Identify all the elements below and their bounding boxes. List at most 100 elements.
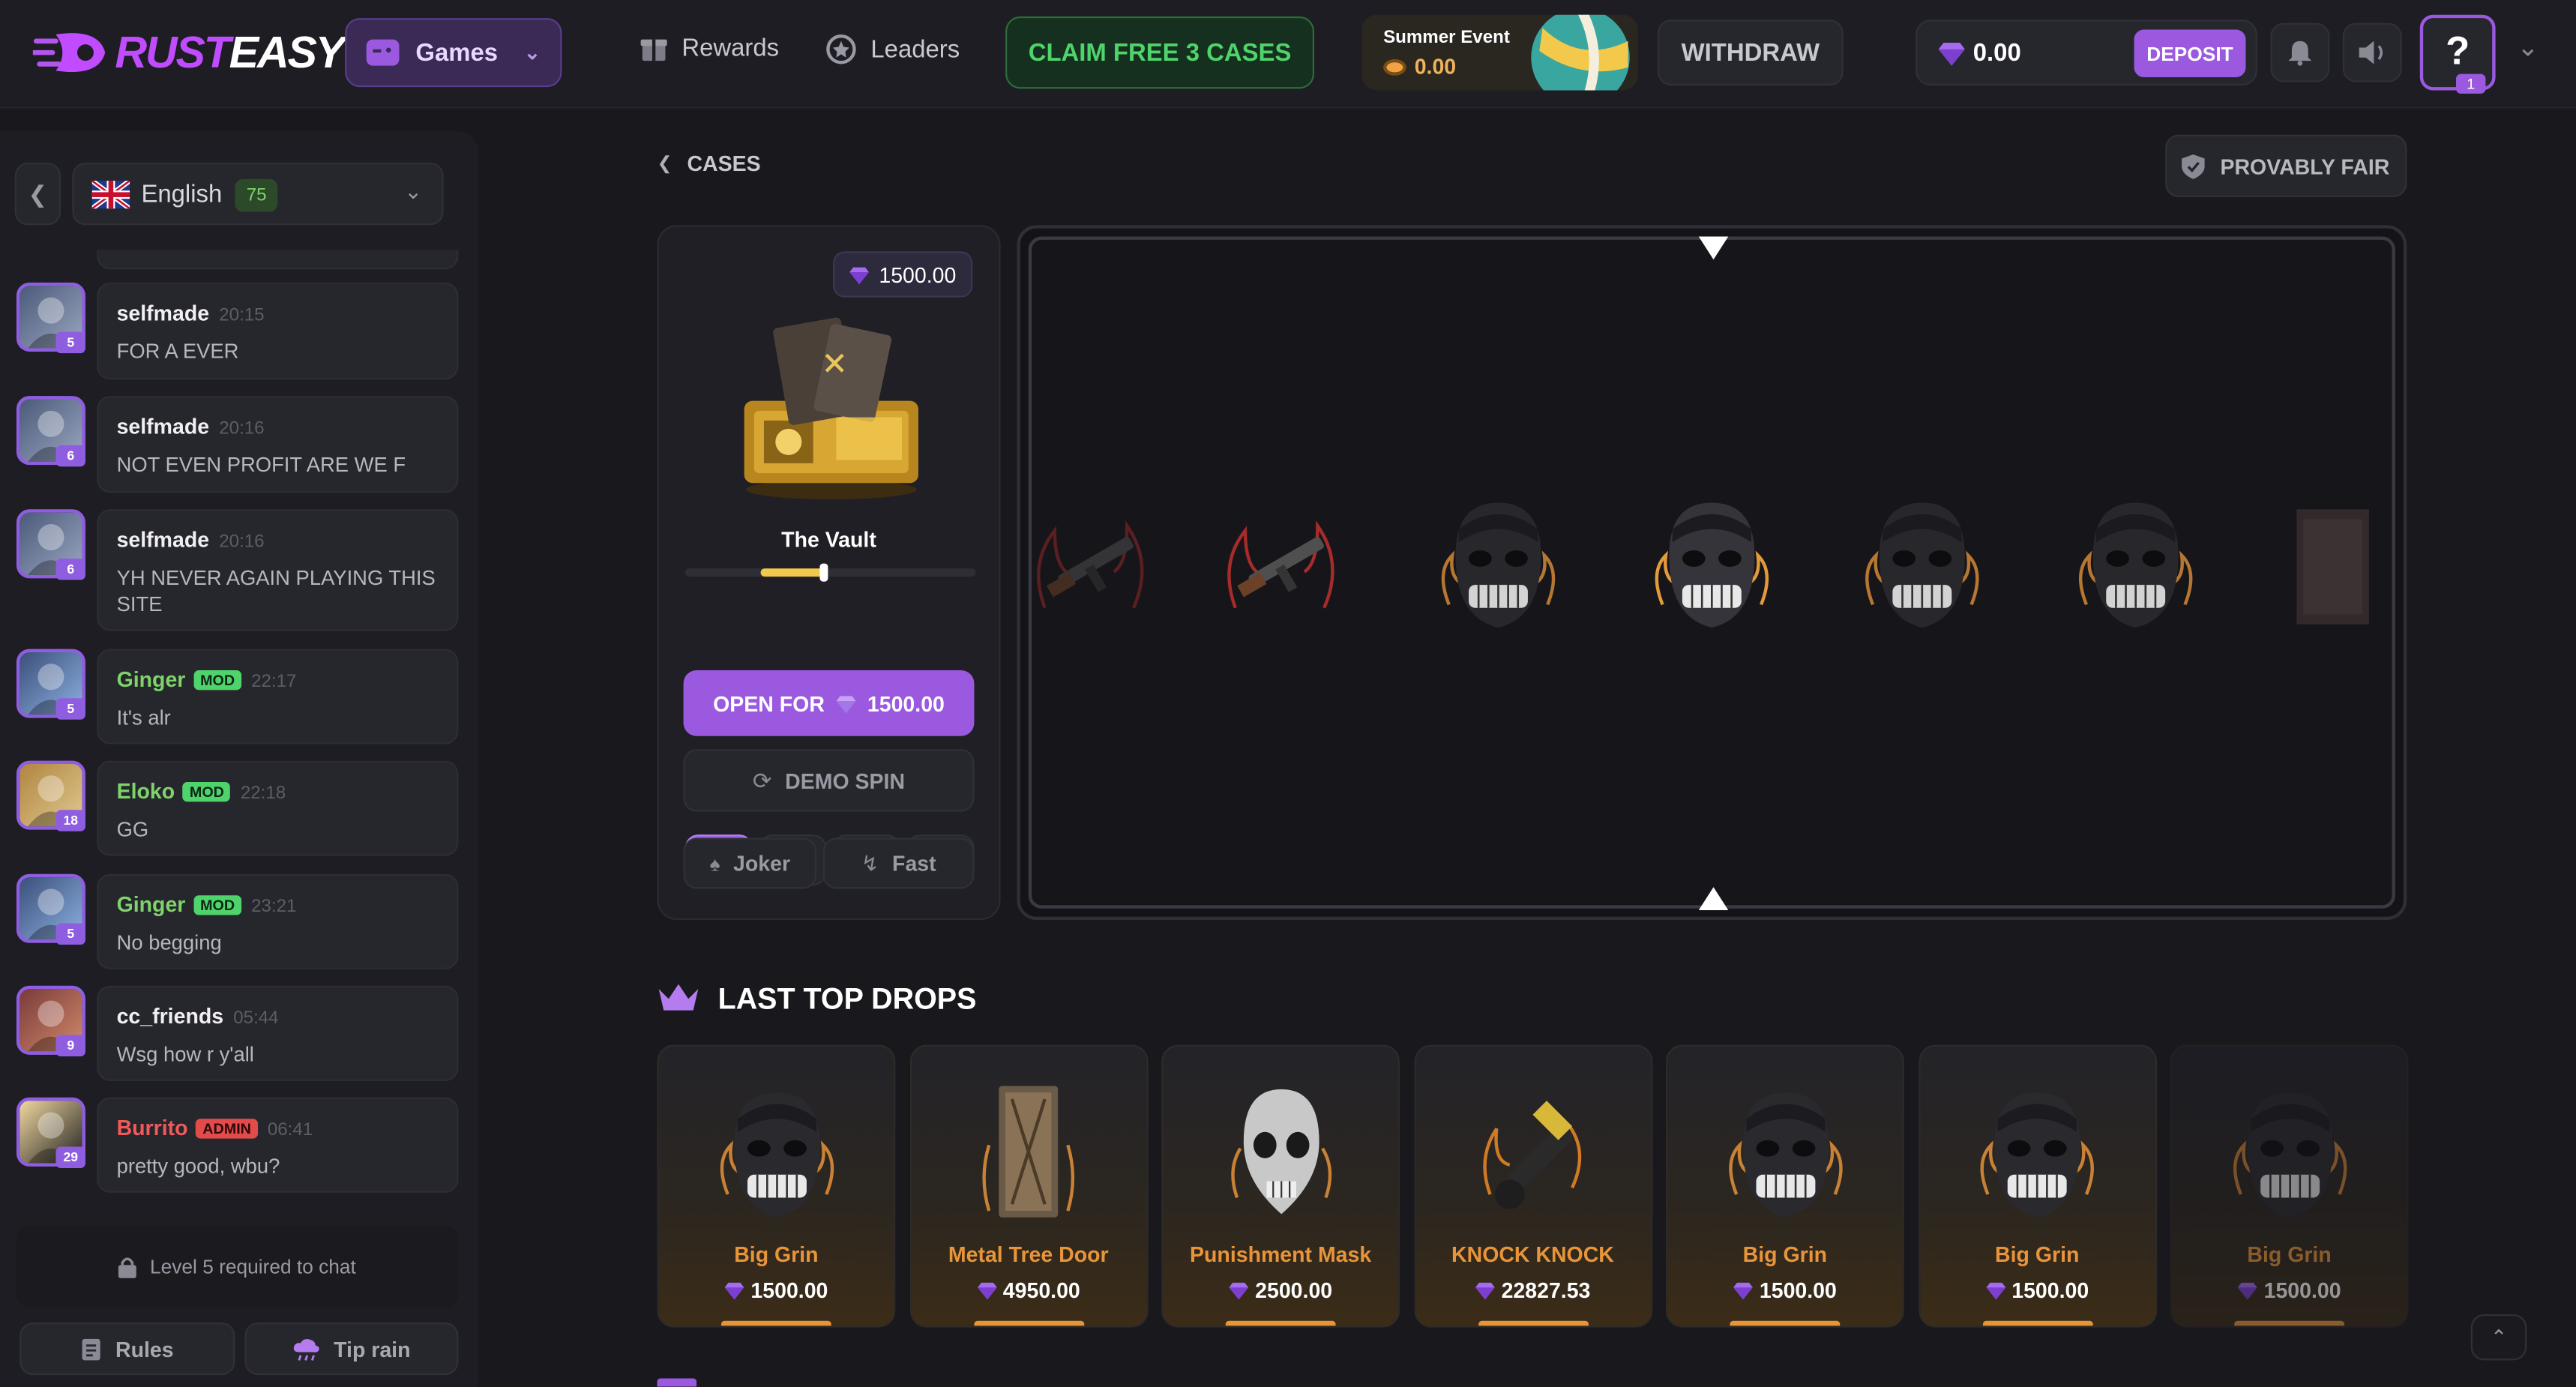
summer-event-widget[interactable]: Summer Event 0.00 [1361, 14, 1638, 91]
chat-text: pretty good, wbu? [116, 1155, 280, 1179]
drop-item-image [1163, 1080, 1397, 1227]
provably-fair-button[interactable]: PROVABLY FAIR [2165, 134, 2407, 197]
games-dropdown[interactable]: Games ⌄ [345, 18, 562, 88]
gift-icon [640, 39, 667, 61]
bell-icon [2288, 40, 2312, 66]
provably-fair-label: PROVABLY FAIR [2220, 153, 2390, 178]
user-level-badge: 6 [55, 445, 85, 467]
chat-username[interactable]: Eloko [117, 779, 175, 804]
chat-message: 18 Eloko MOD 22:18 GG [16, 760, 459, 856]
chat-text: FOR A EVER [116, 340, 239, 364]
chat-message-partial [97, 250, 459, 270]
chat-username[interactable]: selfmade [117, 414, 210, 439]
demo-label: DEMO SPIN [785, 768, 906, 793]
lock-icon [118, 1257, 137, 1278]
scroll-top-button[interactable]: ⌃ [2470, 1314, 2527, 1361]
top-drop-card[interactable]: Big Grin 1500.00 [2170, 1044, 2409, 1328]
withdraw-button[interactable]: WITHDRAW [1658, 19, 1844, 85]
rarity-bar [1981, 1320, 2092, 1326]
chat-message: 5 Ginger MOD 23:21 No begging [16, 873, 459, 969]
demo-spin-button[interactable]: ⟳ DEMO SPIN [683, 749, 975, 812]
rarity-slider[interactable] [684, 563, 976, 582]
chat-username[interactable]: cc_friends [117, 1004, 224, 1029]
language-select[interactable]: English 75 ⌄ [72, 162, 444, 226]
back-to-cases-link[interactable]: ❮ CASES [657, 151, 761, 176]
chat-locked-notice: Level 5 required to chat [16, 1225, 459, 1308]
claim-label: CLAIM FREE 3 CASES [1028, 38, 1292, 67]
top-drop-card[interactable]: Big Grin 1500.00 [1665, 1044, 1904, 1328]
user-level-badge: 5 [55, 331, 85, 354]
gem-icon [849, 266, 869, 283]
drop-item-price-row: 1500.00 [1667, 1278, 1902, 1303]
chat-message: 6 selfmade 20:16 YH NEVER AGAIN PLAYING THI… [16, 509, 459, 631]
role-badge: MOD [193, 895, 241, 915]
games-label: Games [415, 38, 499, 67]
rules-label: Rules [115, 1336, 174, 1362]
drop-item-image [2172, 1080, 2407, 1227]
drop-item-name: Big Grin [2247, 1242, 2332, 1267]
case-spin-reel [1017, 225, 2407, 921]
chevron-left-icon: ❮ [28, 179, 48, 207]
top-drop-card[interactable]: Metal Tree Door 4950.00 [909, 1044, 1148, 1328]
user-level-badge: 5 [55, 698, 85, 720]
chat-sidebar: ❮ English 75 ⌄ 5 selfmade 20:15 FOR A EVER 6… [0, 131, 478, 1387]
rarity-slider-handle[interactable] [819, 563, 828, 582]
chat-username[interactable]: selfmade [117, 301, 210, 325]
balance-value: 0.00 [1972, 39, 2021, 67]
role-badge: ADMIN [196, 1119, 258, 1139]
logo[interactable]: RUSTEASY [32, 23, 345, 82]
drop-item-price-row: 1500.00 [2172, 1278, 2407, 1303]
chat-username[interactable]: Ginger [117, 667, 186, 692]
case-price: 1500.00 [879, 262, 957, 287]
chat-text: GG [116, 818, 149, 841]
chat-text: NOT EVEN PROFIT ARE WE F [116, 453, 406, 477]
nav-leaders[interactable]: Leaders [825, 33, 960, 66]
chat-message: 29 Burrito ADMIN 06:41 pretty good, wbu? [16, 1097, 459, 1193]
refresh-icon: ⟳ [752, 766, 772, 793]
chat-bubble: Ginger MOD 23:21 No begging [97, 873, 459, 969]
gem-icon [1229, 1282, 1249, 1300]
gem-icon [2237, 1282, 2257, 1300]
rules-button[interactable]: Rules [19, 1322, 235, 1376]
event-title: Summer Event [1383, 28, 1510, 48]
drop-item-name: Big Grin [1995, 1242, 2080, 1267]
rain-cloud-icon [294, 1338, 319, 1360]
top-drop-card[interactable]: Big Grin 1500.00 [1918, 1044, 2157, 1328]
chat-username[interactable]: selfmade [117, 527, 210, 552]
profile-chevron-down-icon[interactable]: ⌄ [2517, 31, 2539, 64]
chat-message: 5 selfmade 20:15 FOR A EVER [16, 282, 459, 380]
top-drop-card[interactable]: Punishment Mask 2500.00 [1161, 1044, 1400, 1328]
sound-button[interactable] [2342, 22, 2402, 82]
chat-timestamp: 23:21 [251, 897, 297, 917]
open-case-button[interactable]: OPEN FOR 1500.00 [683, 670, 975, 736]
chat-username[interactable]: Ginger [117, 892, 186, 917]
document-icon [82, 1338, 101, 1360]
chat-username[interactable]: Burrito [117, 1116, 188, 1140]
tip-rain-button[interactable]: Tip rain [244, 1322, 459, 1376]
drop-item-image [1920, 1080, 2155, 1227]
chevron-left-icon: ❮ [657, 154, 672, 175]
chat-bubble: cc_friends 05:44 Wsg how r y'all [97, 985, 459, 1081]
deposit-button[interactable]: DEPOSIT [2134, 29, 2246, 77]
profile-avatar[interactable]: ? 1 [2419, 14, 2496, 94]
drop-item-price: 1500.00 [1759, 1278, 1837, 1303]
shield-check-icon [2182, 153, 2206, 178]
gem-icon [1985, 1282, 2005, 1300]
nav-rewards[interactable]: Rewards [639, 33, 779, 62]
chat-text: YH NEVER AGAIN PLAYING THIS SITE [116, 566, 436, 616]
reel-item-big-grin [2070, 490, 2201, 646]
notifications-button[interactable] [2270, 22, 2330, 82]
chat-bubble: selfmade 20:15 FOR A EVER [97, 282, 459, 380]
drop-item-price: 1500.00 [2263, 1278, 2341, 1303]
top-drop-card[interactable]: Big Grin 1500.00 [657, 1044, 896, 1328]
collapse-chat-button[interactable]: ❮ [14, 162, 61, 226]
back-label: CASES [687, 151, 761, 176]
gem-icon [1475, 1282, 1495, 1300]
chat-timestamp: 06:41 [267, 1120, 313, 1140]
chat-message: 6 selfmade 20:16 NOT EVEN PROFIT ARE WE F [16, 396, 459, 493]
claim-free-cases-button[interactable]: CLAIM FREE 3 CASES [1005, 16, 1315, 89]
top-drop-card[interactable]: KNOCK KNOCK 22827.53 [1413, 1044, 1652, 1328]
reel-item-rifle [1216, 490, 1347, 646]
fast-toggle[interactable]: ↯ Fast [822, 837, 975, 889]
joker-toggle[interactable]: ♠ Joker [683, 837, 817, 889]
